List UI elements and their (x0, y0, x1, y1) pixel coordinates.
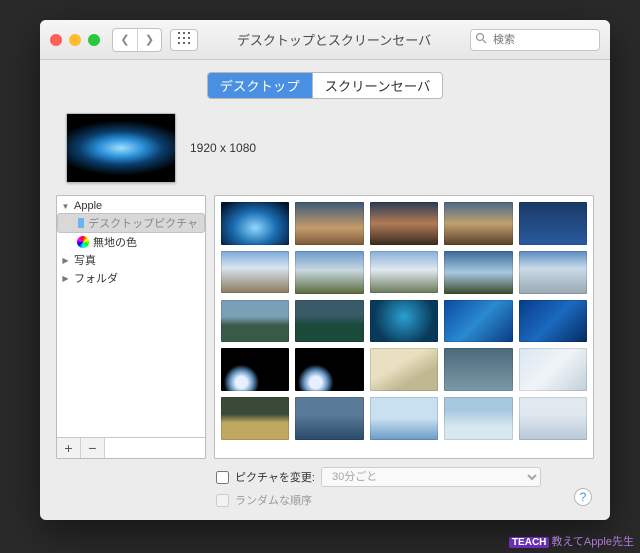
minimize-icon[interactable] (69, 34, 81, 46)
disclosure-triangle-icon: ▶ (61, 256, 70, 265)
wallpaper-preview (66, 113, 176, 183)
traffic-lights (50, 34, 100, 46)
wallpaper-thumbnail[interactable] (519, 202, 587, 245)
wallpaper-thumbnail[interactable] (444, 348, 512, 391)
add-folder-button[interactable]: + (57, 438, 81, 458)
search-input[interactable] (470, 29, 600, 51)
wallpaper-thumbnail[interactable] (519, 348, 587, 391)
zoom-icon[interactable] (88, 34, 100, 46)
back-button[interactable]: ❮ (113, 29, 137, 51)
tree-item[interactable]: ▶ 写真 (57, 251, 205, 269)
change-interval-select[interactable]: 30分ごと (321, 467, 541, 487)
wallpaper-thumbnail[interactable] (444, 300, 512, 343)
folder-icon (78, 218, 84, 228)
segmented-control: デスクトップ スクリーンセーバ (207, 72, 444, 99)
thumbnail-grid (221, 202, 587, 440)
change-picture-label: ピクチャを変更: (235, 469, 315, 485)
wallpaper-thumbnail[interactable] (370, 300, 438, 343)
wallpaper-thumbnail[interactable] (370, 397, 438, 440)
tree-item[interactable]: 無地の色 (57, 233, 205, 251)
tree-item[interactable]: ▼ Apple (57, 199, 205, 213)
wallpaper-thumbnail[interactable] (221, 251, 289, 294)
disclosure-triangle-icon: ▶ (61, 274, 70, 283)
wallpaper-thumbnail[interactable] (221, 348, 289, 391)
tab-bar: デスクトップ スクリーンセーバ (56, 72, 594, 99)
wallpaper-thumbnail[interactable] (519, 251, 587, 294)
wallpaper-thumbnail[interactable] (444, 397, 512, 440)
wallpaper-thumbnail[interactable] (295, 251, 363, 294)
wallpaper-thumbnail[interactable] (370, 251, 438, 294)
random-order-checkbox[interactable] (216, 494, 229, 507)
colorwheel-icon (77, 236, 89, 248)
change-picture-checkbox[interactable] (216, 471, 229, 484)
wallpaper-thumbnail[interactable] (444, 202, 512, 245)
random-order-label: ランダムな順序 (235, 492, 312, 508)
change-picture-row: ピクチャを変更: 30分ごと (216, 467, 594, 487)
preferences-window: ❮ ❯ デスクトップとスクリーンセーバ デスクトップ スクリーンセーバ (40, 20, 610, 520)
search-icon (475, 32, 487, 47)
wallpaper-thumbnail[interactable] (221, 202, 289, 245)
wallpaper-thumbnail[interactable] (519, 397, 587, 440)
preview-row: 1920 x 1080 (56, 113, 594, 195)
wallpaper-thumbnail[interactable] (519, 300, 587, 343)
thumbnail-area (214, 195, 594, 459)
tab-desktop[interactable]: デスクトップ (208, 73, 312, 98)
window-title: デスクトップとスクリーンセーバ (206, 30, 462, 49)
wallpaper-thumbnail[interactable] (295, 348, 363, 391)
tree-item-label: デスクトップピクチャ (88, 215, 198, 231)
watermark-tag: TEACH (509, 537, 549, 548)
wallpaper-thumbnail[interactable] (444, 251, 512, 294)
random-order-row: ランダムな順序 (216, 492, 594, 508)
add-remove-bar: + − (57, 437, 205, 458)
tree-item[interactable]: ▶ フォルダ (57, 269, 205, 287)
disclosure-triangle-icon: ▼ (61, 202, 70, 211)
tree-item[interactable]: デスクトップピクチャ (57, 213, 205, 233)
wallpaper-thumbnail[interactable] (370, 348, 438, 391)
resolution-label: 1920 x 1080 (190, 141, 256, 155)
nav-buttons: ❮ ❯ (112, 28, 162, 52)
tree-item-label: 無地の色 (93, 234, 137, 250)
tab-screensaver[interactable]: スクリーンセーバ (312, 73, 443, 98)
tree-item-label: フォルダ (74, 270, 118, 286)
wallpaper-thumbnail[interactable] (295, 202, 363, 245)
grid-icon (178, 32, 190, 47)
titlebar: ❮ ❯ デスクトップとスクリーンセーバ (40, 20, 610, 60)
tree-item-label: Apple (74, 200, 102, 212)
source-tree[interactable]: ▼ Apple デスクトップピクチャ無地の色 ▶ 写真 ▶ フォルダ (57, 196, 205, 437)
watermark-text: 教えてApple先生 (551, 536, 634, 548)
close-icon[interactable] (50, 34, 62, 46)
main-area: ▼ Apple デスクトップピクチャ無地の色 ▶ 写真 ▶ フォルダ + − (56, 195, 594, 459)
wallpaper-thumbnail[interactable] (221, 300, 289, 343)
source-sidebar: ▼ Apple デスクトップピクチャ無地の色 ▶ 写真 ▶ フォルダ + − (56, 195, 206, 459)
search-wrap (470, 29, 600, 51)
tree-item-label: 写真 (74, 252, 96, 268)
watermark: TEACH教えてApple先生 (509, 533, 634, 549)
wallpaper-thumbnail[interactable] (295, 300, 363, 343)
wallpaper-thumbnail[interactable] (295, 397, 363, 440)
options-area: ピクチャを変更: 30分ごと ランダムな順序 (56, 459, 594, 508)
wallpaper-preview-image (67, 114, 175, 182)
remove-folder-button[interactable]: − (81, 438, 105, 458)
forward-button[interactable]: ❯ (137, 29, 161, 51)
show-all-button[interactable] (170, 29, 198, 51)
wallpaper-thumbnail[interactable] (221, 397, 289, 440)
wallpaper-thumbnail[interactable] (370, 202, 438, 245)
window-body: デスクトップ スクリーンセーバ 1920 x 1080 ▼ Apple デスクトップ… (40, 60, 610, 520)
help-button[interactable]: ? (574, 488, 592, 506)
